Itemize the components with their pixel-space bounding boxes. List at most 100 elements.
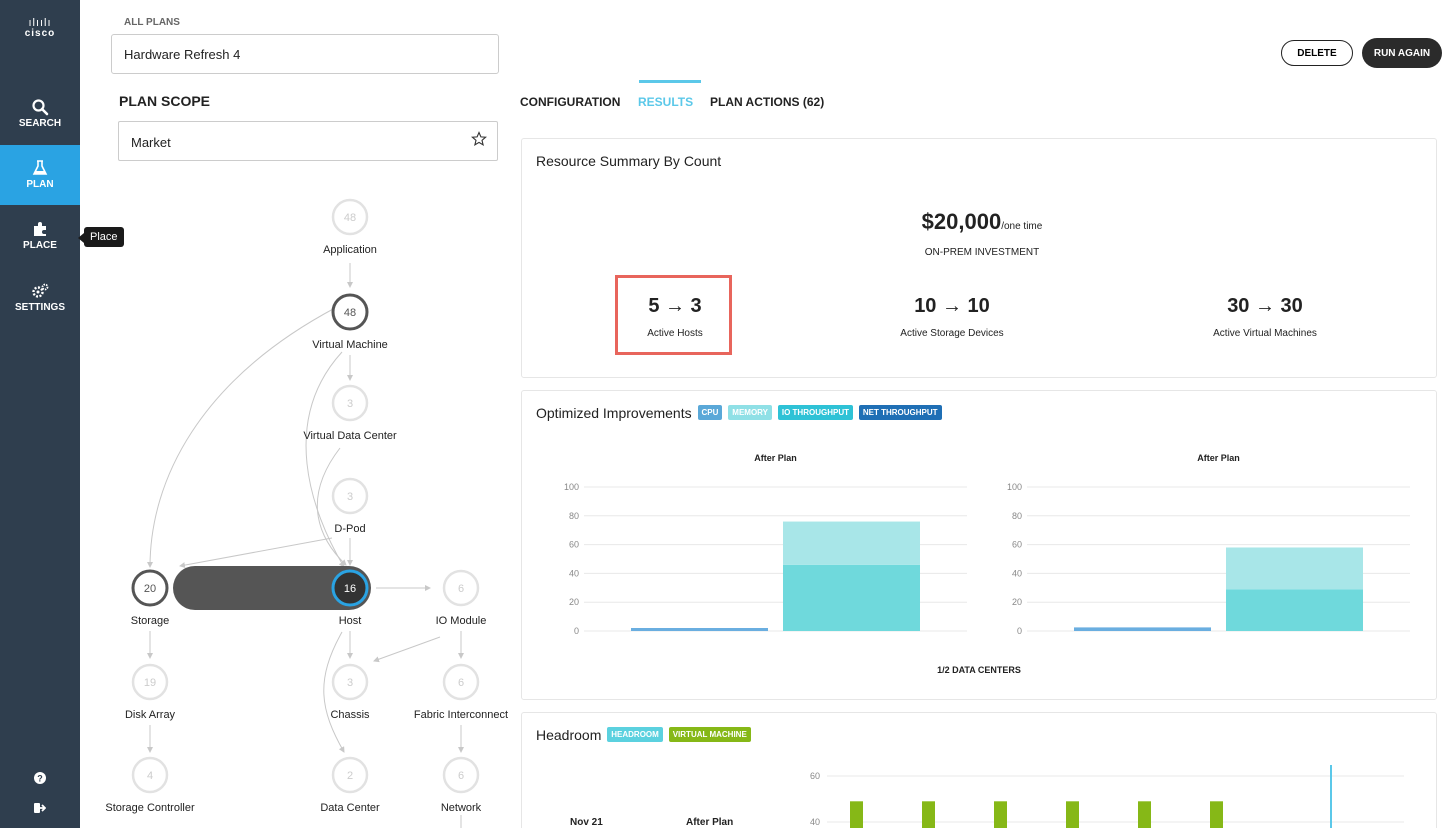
headroom-bar[interactable] <box>850 801 863 828</box>
bar-cpu[interactable] <box>631 628 768 631</box>
headroom-bar[interactable] <box>1138 801 1151 828</box>
run-again-button[interactable]: RUN AGAIN <box>1362 38 1442 68</box>
graph-node-count: 6 <box>458 770 464 782</box>
graph-node-label: D-Pod <box>334 523 365 535</box>
graph-node-virtual-data-center[interactable]: 3 Virtual Data Center <box>303 384 397 442</box>
graph-node-count: 48 <box>344 212 356 224</box>
graph-node-count: 16 <box>344 583 356 595</box>
metric-active-hosts: 5 → 3 Active Hosts <box>620 295 730 339</box>
graph-node-label: Disk Array <box>125 709 176 721</box>
metric-label: Active Storage Devices <box>900 328 1004 339</box>
graph-node-label: Application <box>323 244 377 256</box>
metric-label: Active Hosts <box>647 328 703 339</box>
svg-text:?: ? <box>37 774 43 784</box>
y-tick-label: 40 <box>569 568 579 578</box>
graph-node-network[interactable]: 6 Network <box>441 756 482 814</box>
graph-node-label: Host <box>339 615 362 627</box>
graph-node-disk-array[interactable]: 19 Disk Array <box>125 663 176 721</box>
sidebar-item-plan[interactable]: PLAN <box>0 145 80 205</box>
sidebar-item-settings[interactable]: SETTINGS <box>0 268 80 328</box>
sidebar-item-label: SETTINGS <box>14 302 65 313</box>
headroom-bar[interactable] <box>922 801 935 828</box>
bar-cpu[interactable] <box>1074 627 1211 631</box>
y-tick-label: 60 <box>1012 540 1022 550</box>
headroom-bar[interactable] <box>994 801 1007 828</box>
chart-footer: 1/2 DATA CENTERS <box>937 665 1021 675</box>
sidebar-item-search[interactable]: SEARCH <box>0 84 80 144</box>
graph-node-count: 2 <box>347 770 353 782</box>
delete-button[interactable]: DELETE <box>1281 40 1353 66</box>
graph-node-label: Chassis <box>330 709 370 721</box>
flask-icon <box>32 160 48 175</box>
graph-node-fabric-interconnect[interactable]: 6 Fabric Interconnect <box>414 663 508 721</box>
y-tick-label: 40 <box>1012 568 1022 578</box>
sidebar-item-label: PLACE <box>23 240 57 251</box>
graph-node-count: 3 <box>347 677 353 689</box>
chart-title: After Plan <box>1197 453 1240 463</box>
scope-graph: 48 Application 48 Virtual Machine 3 Virtual D… <box>105 198 508 828</box>
y-tick-label: 20 <box>1012 597 1022 607</box>
tab-results[interactable]: RESULTS <box>638 95 693 109</box>
card-title: Resource Summary By Count <box>536 153 722 169</box>
graph-node-label: Storage Controller <box>105 802 195 814</box>
plan-name-input[interactable] <box>111 34 499 74</box>
investment-label: ON-PREM INVESTMENT <box>924 247 1040 258</box>
improvements-charts: After Plan 100 80 60 40 20 0 After Plan 100 80 60 4… <box>564 453 1410 675</box>
help-icon[interactable]: ? <box>34 772 46 784</box>
metric-active-storage: 10 → 10 Active Storage Devices <box>852 295 1052 339</box>
puzzle-icon <box>34 222 46 236</box>
sidebar-item-label: PLAN <box>26 179 54 190</box>
graph-node-label: Network <box>441 802 482 814</box>
graph-node-count: 19 <box>144 677 156 689</box>
tab-plan-actions[interactable]: PLAN ACTIONS (62) <box>710 95 824 109</box>
sidebar-item-place[interactable]: PLACE <box>0 206 80 266</box>
graph-node-label: Storage <box>131 615 170 627</box>
graph-node-count: 6 <box>458 677 464 689</box>
logout-icon[interactable] <box>34 802 46 814</box>
cisco-logo-bars: ılıılı <box>28 17 52 29</box>
graph-node-data-center[interactable]: 2 Data Center <box>320 756 380 814</box>
headroom-bar[interactable] <box>1066 801 1079 828</box>
y-tick-label: 60 <box>810 771 820 781</box>
resource-summary-card: Resource Summary By Count $20,000/one ti… <box>521 138 1437 378</box>
graph-node-count: 4 <box>147 770 153 782</box>
graph-node-storage-controller[interactable]: 4 Storage Controller <box>105 756 195 814</box>
graph-node-label: Virtual Machine <box>312 339 388 351</box>
sidebar-item-label: SEARCH <box>18 118 62 129</box>
y-tick-label: 20 <box>569 597 579 607</box>
graph-node-count: 20 <box>144 583 156 595</box>
graph-node-count: 6 <box>458 583 464 595</box>
headroom-bar[interactable] <box>1210 801 1223 828</box>
graph-node-label: Data Center <box>320 802 380 814</box>
graph-node-chassis[interactable]: 3 Chassis <box>330 663 370 721</box>
breadcrumb-all-plans[interactable]: ALL PLANS <box>124 17 180 28</box>
bar-io-throughput[interactable] <box>1226 589 1363 631</box>
headroom-card: Headroom HEADROOM VIRTUAL MACHINE Nov 21… <box>521 712 1437 828</box>
metric-label: Active Virtual Machines <box>1213 328 1317 339</box>
y-tick-label: 40 <box>810 817 820 827</box>
y-tick-label: 100 <box>564 482 579 492</box>
graph-node-storage[interactable]: 20 Storage <box>131 569 170 627</box>
cisco-logo-text: cisco <box>24 28 56 39</box>
bar-memory[interactable] <box>1226 547 1363 590</box>
graph-node-virtual-machine[interactable]: 48 Virtual Machine <box>312 293 388 351</box>
investment-value: $20,000 <box>921 209 1002 234</box>
y-tick-label: 80 <box>1012 511 1022 521</box>
graph-nodes: 48 Application 48 Virtual Machine 3 Virtual D… <box>105 198 508 814</box>
graph-node-d-pod[interactable]: 3 D-Pod <box>331 477 369 535</box>
graph-edges <box>147 263 464 828</box>
graph-node-application[interactable]: 48 Application <box>323 198 377 256</box>
bar-io-throughput[interactable] <box>783 564 920 631</box>
metric-value: 30 → 30 <box>1227 295 1303 317</box>
graph-node-io-module[interactable]: 6 IO Module <box>436 569 487 627</box>
graph-node-count: 48 <box>344 307 356 319</box>
cisco-logo[interactable]: ılıılı cisco <box>0 17 80 40</box>
graph-node-host[interactable]: 16 Host <box>331 569 369 627</box>
search-icon <box>32 99 49 116</box>
bar-memory[interactable] <box>783 521 920 565</box>
investment-unit: /one time <box>1001 221 1043 232</box>
tab-configuration[interactable]: CONFIGURATION <box>520 95 620 109</box>
sidebar: ılıılı cisco SEARCH PLAN PLACE SETTINGS <box>0 0 80 828</box>
headroom-chart: 60 40 <box>810 765 1404 828</box>
metric-active-vms: 30 → 30 Active Virtual Machines <box>1165 295 1365 339</box>
